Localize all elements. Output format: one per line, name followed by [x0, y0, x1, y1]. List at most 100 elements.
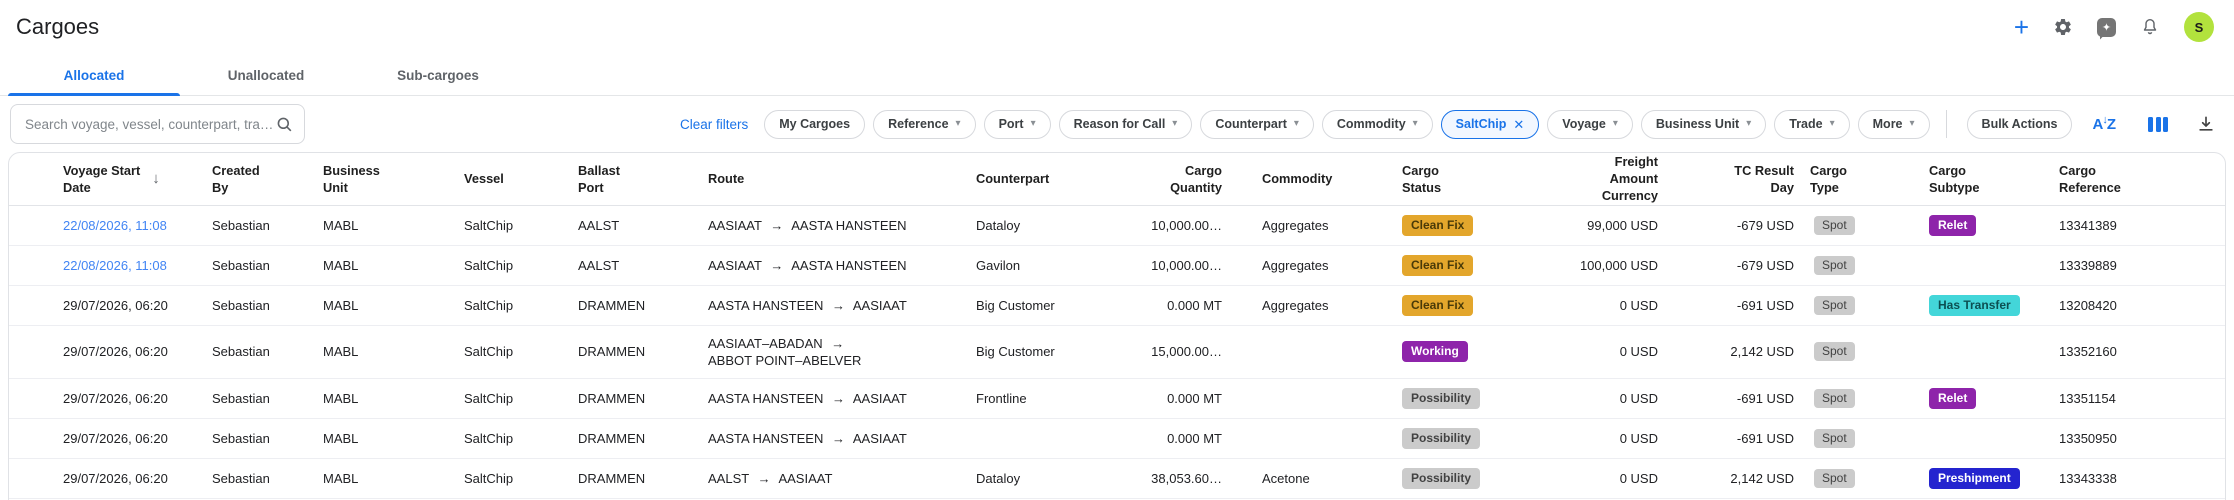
chevron-down-icon: ▾ [1613, 119, 1618, 129]
table-row[interactable]: 29/07/2026, 06:20SebastianMABLSaltChipDR… [9, 285, 2226, 325]
column-header-vessel[interactable]: Vessel [456, 153, 570, 205]
cell-route: AASTA HANSTEEN → AASIAAT [700, 378, 968, 418]
column-header-ballast_port[interactable]: BallastPort [570, 153, 700, 205]
cell-cargo-quantity: 0.000 MT [1099, 378, 1230, 418]
filter-chip-label: Counterpart [1215, 117, 1287, 131]
search-icon[interactable] [275, 115, 294, 134]
column-header-label: CargoStatus [1402, 162, 1556, 196]
column-header-subtype[interactable]: CargoSubtype [1921, 153, 2051, 205]
badge-clean-fix: Clean Fix [1402, 295, 1473, 316]
cell-vessel: SaltChip [456, 458, 570, 498]
cell-voyage-start-date: 29/07/2026, 06:20 [9, 325, 204, 378]
cell-cargo-reference: 13352160 [2051, 325, 2226, 378]
avatar[interactable]: S [2184, 12, 2214, 42]
chevron-down-icon: ▾ [1172, 119, 1177, 129]
cell-cargo-status: Possibility [1394, 458, 1564, 498]
column-header-reference[interactable]: CargoReference [2051, 153, 2226, 205]
route-to: AASIAAT [776, 471, 833, 486]
filter-chip-business-unit[interactable]: Business Unit▾ [1641, 110, 1766, 139]
badge-spot: Spot [1814, 342, 1855, 361]
filter-chip-reason-for-call[interactable]: Reason for Call▾ [1059, 110, 1193, 139]
column-header-label: CargoSubtype [1929, 162, 2043, 196]
cell-freight-amount: 0 USD [1564, 285, 1666, 325]
route-from: AASTA HANSTEEN [708, 431, 827, 446]
voyage-date-link[interactable]: 22/08/2026, 11:08 [63, 218, 167, 233]
route-from: AASIAAT [708, 258, 765, 273]
table-row[interactable]: 22/08/2026, 11:08SebastianMABLSaltChipAA… [9, 205, 2226, 245]
cell-business-unit: MABL [315, 205, 456, 245]
filter-chip-my-cargoes[interactable]: My Cargoes [764, 110, 865, 139]
route-arrow-icon: → [827, 298, 850, 313]
table-row[interactable]: 29/07/2026, 06:20SebastianMABLSaltChipDR… [9, 458, 2226, 498]
column-header-tc_result[interactable]: TC ResultDay [1666, 153, 1802, 205]
filter-chip-label: Business Unit [1656, 117, 1739, 131]
table-row[interactable]: 29/07/2026, 06:20SebastianMABLSaltChipDR… [9, 325, 2226, 378]
download-icon[interactable] [2196, 114, 2216, 134]
cell-freight-amount: 100,000 USD [1564, 245, 1666, 285]
cell-cargo-status: Clean Fix [1394, 285, 1564, 325]
filter-chip-commodity[interactable]: Commodity▾ [1322, 110, 1433, 139]
column-header-commodity[interactable]: Commodity [1230, 153, 1394, 205]
cell-tc-result-day: -679 USD [1666, 245, 1802, 285]
notifications-bell-icon[interactable] [2140, 17, 2160, 37]
bulk-actions-button[interactable]: Bulk Actions [1967, 110, 2073, 139]
filter-chip-reference[interactable]: Reference▾ [873, 110, 975, 139]
route-arrow-icon: → [765, 218, 788, 233]
column-header-label: Commodity [1262, 170, 1386, 187]
cell-tc-result-day: -679 USD [1666, 205, 1802, 245]
cell-cargo-reference: 13350950 [2051, 418, 2226, 458]
column-header-quantity[interactable]: CargoQuantity [1099, 153, 1230, 205]
column-header-freight[interactable]: Freight AmountCurrency [1564, 153, 1666, 205]
filter-chip-voyage[interactable]: Voyage▾ [1547, 110, 1633, 139]
table-row[interactable]: 29/07/2026, 06:20SebastianMABLSaltChipDR… [9, 378, 2226, 418]
cell-route: AALST → AASIAAT [700, 458, 968, 498]
search-box[interactable] [10, 104, 305, 144]
cell-business-unit: MABL [315, 378, 456, 418]
filter-chip-more[interactable]: More▾ [1858, 110, 1930, 139]
column-header-label: CargoType [1810, 162, 1913, 196]
cell-voyage-start-date: 29/07/2026, 06:20 [9, 378, 204, 418]
close-icon[interactable]: ✕ [1513, 118, 1524, 131]
cell-tc-result-day: 2,142 USD [1666, 458, 1802, 498]
badge-spot: Spot [1814, 429, 1855, 448]
cell-cargo-quantity: 38,053.60… [1099, 458, 1230, 498]
cell-vessel: SaltChip [456, 418, 570, 458]
top-bar: Cargoes + ✦ S [0, 0, 2234, 44]
cell-business-unit: MABL [315, 458, 456, 498]
filter-chip-counterpart[interactable]: Counterpart▾ [1200, 110, 1314, 139]
search-input[interactable] [25, 117, 275, 132]
cell-created-by: Sebastian [204, 325, 315, 378]
table-header-row: Voyage StartDate↓CreatedByBusinessUnitVe… [9, 153, 2226, 205]
columns-icon[interactable] [2148, 117, 2168, 132]
column-header-date[interactable]: Voyage StartDate↓ [9, 153, 204, 205]
table-row[interactable]: 22/08/2026, 11:08SebastianMABLSaltChipAA… [9, 245, 2226, 285]
cell-route: AASTA HANSTEEN → AASIAAT [700, 285, 968, 325]
filter-chip-saltchip[interactable]: SaltChip✕ [1441, 110, 1540, 139]
whats-new-icon[interactable]: ✦ [2097, 18, 2116, 37]
sort-alphabetical-icon[interactable]: A↓Z [2092, 116, 2116, 133]
column-header-status[interactable]: CargoStatus [1394, 153, 1564, 205]
filter-chip-trade[interactable]: Trade▾ [1774, 110, 1849, 139]
tab-unallocated[interactable]: Unallocated [180, 56, 352, 95]
column-header-business_unit[interactable]: BusinessUnit [315, 153, 456, 205]
cell-ballast-port: DRAMMEN [570, 378, 700, 418]
column-header-counterpart[interactable]: Counterpart [968, 153, 1099, 205]
filter-chip-label: Reference [888, 117, 948, 131]
badge-preshipment: Preshipment [1929, 468, 2020, 489]
tab-allocated[interactable]: Allocated [8, 56, 180, 95]
cell-created-by: Sebastian [204, 418, 315, 458]
sort-descending-icon[interactable]: ↓ [152, 170, 160, 187]
filter-chip-label: More [1873, 117, 1903, 131]
cell-cargo-status: Possibility [1394, 418, 1564, 458]
table-row[interactable]: 29/07/2026, 06:20SebastianMABLSaltChipDR… [9, 418, 2226, 458]
tab-sub-cargoes[interactable]: Sub-cargoes [352, 56, 524, 95]
add-cargo-icon[interactable]: + [2014, 16, 2029, 38]
clear-filters-link[interactable]: Clear filters [680, 117, 748, 132]
column-header-created_by[interactable]: CreatedBy [204, 153, 315, 205]
voyage-date-link[interactable]: 22/08/2026, 11:08 [63, 258, 167, 273]
column-header-cargo_type[interactable]: CargoType [1802, 153, 1921, 205]
column-header-route[interactable]: Route [700, 153, 968, 205]
cell-cargo-type: Spot [1802, 378, 1921, 418]
settings-gear-icon[interactable] [2053, 17, 2073, 37]
filter-chip-port[interactable]: Port▾ [984, 110, 1051, 139]
